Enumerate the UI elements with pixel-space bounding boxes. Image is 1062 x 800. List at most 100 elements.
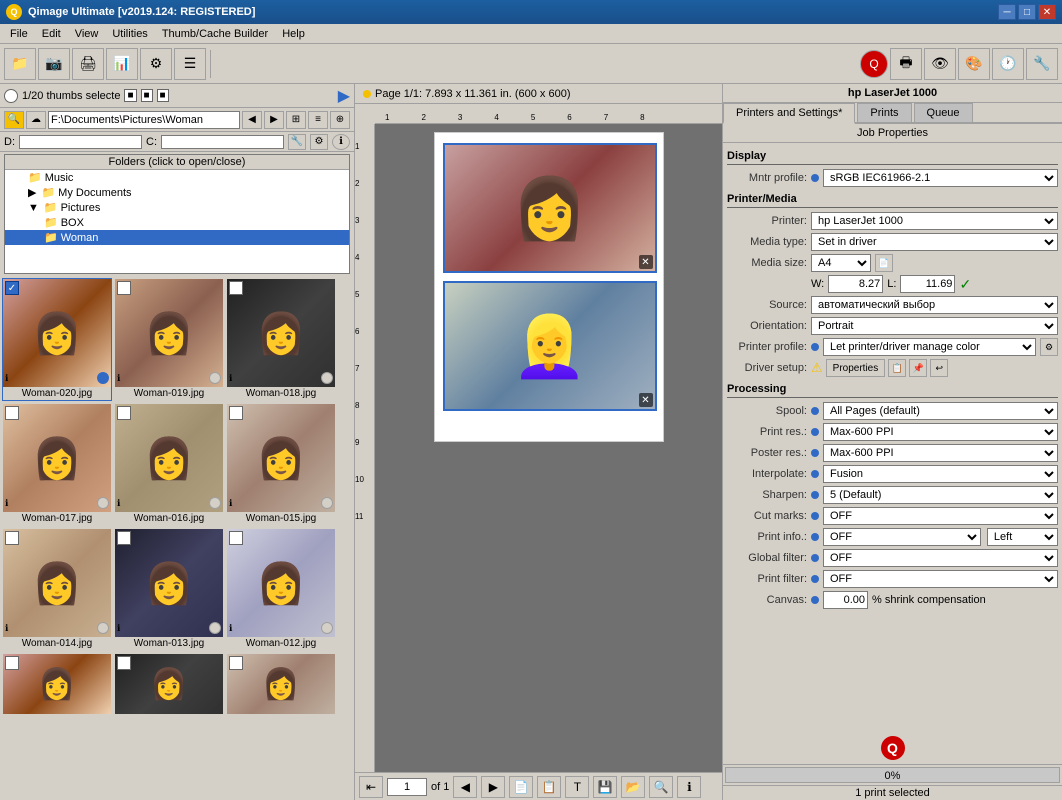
driver-undo-btn[interactable]: ↩ bbox=[930, 359, 948, 377]
thumb-check-016[interactable] bbox=[117, 406, 131, 420]
forward-btn[interactable]: ▶ bbox=[264, 111, 284, 129]
thumb-cell-extra1[interactable]: 👩 bbox=[2, 653, 112, 715]
cloud-btn[interactable]: ☁ bbox=[26, 111, 46, 129]
toolbar-extra-btn[interactable]: 🔧 bbox=[1026, 48, 1058, 80]
w-input[interactable] bbox=[828, 275, 883, 293]
thumb-check-017[interactable] bbox=[5, 406, 19, 420]
photo-slot-2[interactable]: 👱‍♀️ ✕ bbox=[443, 281, 657, 411]
thumb-check-019[interactable] bbox=[117, 281, 131, 295]
toolbar-list-btn[interactable]: ☰ bbox=[174, 48, 206, 80]
orientation-select[interactable]: Portrait bbox=[811, 317, 1058, 335]
tab-queue[interactable]: Queue bbox=[914, 103, 973, 122]
expand-btn[interactable]: ⊕ bbox=[330, 111, 350, 129]
thumb-cell-015[interactable]: 👩 ℹ Woman-015.jpg bbox=[226, 403, 336, 526]
nav-zoom-btn[interactable]: 🔍 bbox=[649, 776, 673, 798]
nav-prev-btn[interactable]: ◀ bbox=[453, 776, 477, 798]
nav-text-btn[interactable]: T bbox=[565, 776, 589, 798]
nav-add-page-btn[interactable]: 📄 bbox=[509, 776, 533, 798]
minimize-button[interactable]: ─ bbox=[998, 4, 1016, 20]
interp-select[interactable]: Fusion bbox=[823, 465, 1058, 483]
tree-item-music[interactable]: 📁 Music bbox=[5, 170, 349, 185]
printer-select[interactable]: hp LaserJet 1000 bbox=[811, 212, 1058, 230]
nav-arrow-right[interactable]: ▶ bbox=[338, 86, 350, 106]
printfilter-select[interactable]: OFF bbox=[823, 570, 1058, 588]
page-number-input[interactable] bbox=[387, 778, 427, 796]
thumb-cell-016[interactable]: 👩 ℹ Woman-016.jpg bbox=[114, 403, 224, 526]
thumb-cell-018[interactable]: 👩 ℹ Woman-018.jpg bbox=[226, 278, 336, 401]
driver-paste-btn[interactable]: 📌 bbox=[909, 359, 927, 377]
toolbar-color-btn[interactable]: 🎨 bbox=[958, 48, 990, 80]
menu-file[interactable]: File bbox=[4, 27, 34, 41]
thumb-cell-012[interactable]: 👩 ℹ Woman-012.jpg bbox=[226, 528, 336, 651]
info-btn[interactable]: ℹ bbox=[332, 134, 350, 150]
thumb-check-015[interactable] bbox=[229, 406, 243, 420]
thumb-cell-014[interactable]: 👩 ℹ Woman-014.jpg bbox=[2, 528, 112, 651]
thumb-cell-020[interactable]: 👩 ✓ ℹ Woman-020.jpg bbox=[2, 278, 112, 401]
nav-home-btn[interactable]: ⇤ bbox=[359, 776, 383, 798]
thumb-size-large[interactable]: ■ bbox=[157, 89, 169, 102]
l-input[interactable] bbox=[900, 275, 955, 293]
tree-item-mydocs[interactable]: ▶ 📁 My Documents bbox=[5, 185, 349, 200]
grid-view-btn[interactable]: ⊞ bbox=[286, 111, 306, 129]
toolbar-settings-btn[interactable]: ⚙ bbox=[140, 48, 172, 80]
tab-prints[interactable]: Prints bbox=[857, 103, 911, 122]
tree-item-pictures[interactable]: ▼ 📁 Pictures bbox=[5, 200, 349, 215]
sharpen-select[interactable]: 5 (Default) bbox=[823, 486, 1058, 504]
spool-select[interactable]: All Pages (default) bbox=[823, 402, 1058, 420]
menu-thumb[interactable]: Thumb/Cache Builder bbox=[156, 27, 274, 41]
profile-settings-icon[interactable]: ⚙ bbox=[1040, 338, 1058, 356]
thumb-check-013[interactable] bbox=[117, 531, 131, 545]
thumb-cell-extra2[interactable]: 👩 bbox=[114, 653, 224, 715]
thumb-cell-013[interactable]: 👩 ℹ Woman-013.jpg bbox=[114, 528, 224, 651]
thumb-check-extra1[interactable] bbox=[5, 656, 19, 670]
menu-help[interactable]: Help bbox=[276, 27, 311, 41]
printer-profile-select[interactable]: Let printer/driver manage color bbox=[823, 338, 1036, 356]
nav-info-btn[interactable]: ℹ bbox=[677, 776, 701, 798]
canvas-scroll[interactable]: 👩 ✕ 👱‍♀️ ✕ bbox=[375, 124, 722, 772]
source-select[interactable]: автоматический выбор bbox=[811, 296, 1058, 314]
maximize-button[interactable]: □ bbox=[1018, 4, 1036, 20]
settings2-btn[interactable]: ⚙ bbox=[310, 134, 328, 150]
thumb-check-extra3[interactable] bbox=[229, 656, 243, 670]
cutmarks-select[interactable]: OFF bbox=[823, 507, 1058, 525]
media-type-select[interactable]: Set in driver bbox=[811, 233, 1058, 251]
mntr-select[interactable]: sRGB IEC61966-2.1 bbox=[823, 169, 1058, 187]
media-size-select[interactable]: A4 bbox=[811, 254, 871, 272]
menu-edit[interactable]: Edit bbox=[36, 27, 67, 41]
canvas-input[interactable] bbox=[823, 591, 868, 609]
posterres-select[interactable]: Max-600 PPI bbox=[823, 444, 1058, 462]
thumb-check-extra2[interactable] bbox=[117, 656, 131, 670]
nav-save-btn[interactable]: 💾 bbox=[593, 776, 617, 798]
close-button[interactable]: ✕ bbox=[1038, 4, 1056, 20]
properties-btn[interactable]: Properties bbox=[826, 359, 886, 377]
thumb-cell-019[interactable]: 👩 ℹ Woman-019.jpg bbox=[114, 278, 224, 401]
tree-item-woman[interactable]: 📁 Woman bbox=[5, 230, 349, 245]
back-btn[interactable]: ◀ bbox=[242, 111, 262, 129]
tab-printers-settings[interactable]: Printers and Settings* bbox=[723, 103, 855, 124]
thumb-size-small[interactable]: ■ bbox=[124, 89, 136, 102]
nav-next-btn[interactable]: ▶ bbox=[481, 776, 505, 798]
photo-close-2[interactable]: ✕ bbox=[639, 393, 653, 407]
tools-btn[interactable]: 🔧 bbox=[288, 134, 306, 150]
path-input[interactable] bbox=[48, 111, 240, 129]
printinfo-select[interactable]: OFF bbox=[823, 528, 981, 546]
toolbar-preview-btn[interactable]: 👁 bbox=[924, 48, 956, 80]
tree-item-box[interactable]: 📁 BOX bbox=[5, 215, 349, 230]
globalfilter-select[interactable]: OFF bbox=[823, 549, 1058, 567]
media-size-icon[interactable]: 📄 bbox=[875, 254, 893, 272]
radio-btn[interactable] bbox=[4, 89, 18, 103]
list-view-btn[interactable]: ≡ bbox=[308, 111, 328, 129]
toolbar-camera-btn[interactable]: 📷 bbox=[38, 48, 70, 80]
menu-view[interactable]: View bbox=[69, 27, 105, 41]
photo-close-1[interactable]: ✕ bbox=[639, 255, 653, 269]
printres-select[interactable]: Max-600 PPI bbox=[823, 423, 1058, 441]
thumb-check-014[interactable] bbox=[5, 531, 19, 545]
printinfo-side-select[interactable]: Left bbox=[987, 528, 1058, 546]
toolbar-scan-btn[interactable]: 🖨 bbox=[72, 48, 104, 80]
thumb-check-018[interactable] bbox=[229, 281, 243, 295]
driver-copy-btn[interactable]: 📋 bbox=[888, 359, 906, 377]
toolbar-open-btn[interactable]: 📁 bbox=[4, 48, 36, 80]
search-icon-btn[interactable]: 🔍 bbox=[4, 111, 24, 129]
toolbar-clock-btn[interactable]: 🕐 bbox=[992, 48, 1024, 80]
toolbar-print-btn[interactable]: 🖶 bbox=[890, 48, 922, 80]
